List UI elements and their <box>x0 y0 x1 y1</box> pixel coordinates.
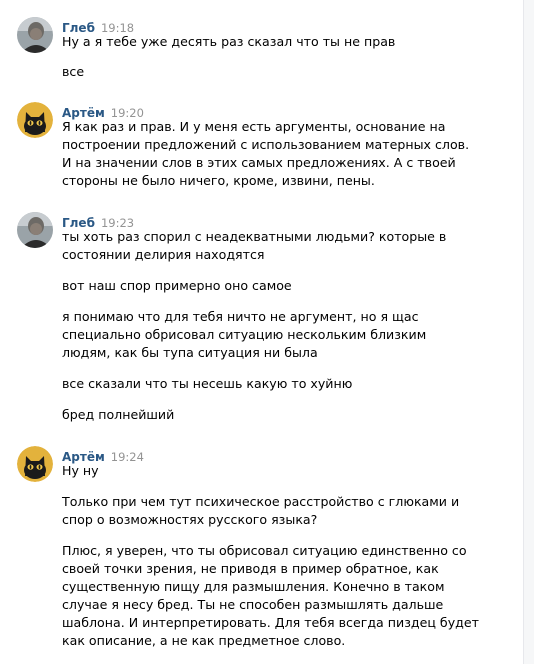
message-header: Глеб 19:18 <box>62 17 134 35</box>
person-photo-avatar-icon <box>17 17 53 53</box>
message-text: специально обрисовал ситуацию нескольким… <box>62 327 427 342</box>
message-text: Только при чем тут психическое расстройс… <box>62 494 460 509</box>
message-group: Глеб 19:23 ты хоть раз спорил с неадекват… <box>0 212 524 424</box>
message-text: И на значении слов в этих самых предложе… <box>62 155 456 170</box>
message-text: Ну ну <box>62 463 99 478</box>
message-group: Артём 19:24 Ну ну Только при чем тут псих… <box>0 446 524 656</box>
scrollbar-track[interactable] <box>523 0 534 664</box>
message-text: состоянии делирия находятся <box>62 247 265 262</box>
message-feed: Глеб 19:18 Ну а я тебе уже десять раз ска… <box>0 0 524 664</box>
message-text: все сказали что ты несешь какую то хуйню <box>62 376 353 391</box>
message-text: как описание, а не как предметное слово. <box>62 633 346 648</box>
message-group: Артём 19:20 Я как раз и прав. И у меня ес… <box>0 102 524 192</box>
message-text: людям, как бы тупа ситуация ни была <box>62 345 318 360</box>
message-text: Я как раз и прав. И у меня есть аргумент… <box>62 119 446 134</box>
message-text: Плюс, я уверен, что ты обрисовал ситуаци… <box>62 543 467 558</box>
message-text: случае я несу бред. Ты не способен размы… <box>62 597 444 612</box>
message-text: я понимаю что для тебя ничто не аргумент… <box>62 309 419 324</box>
avatar[interactable] <box>17 102 53 138</box>
person-photo-avatar-icon <box>17 212 53 248</box>
message-header: Артём 19:24 <box>62 446 144 464</box>
black-cat-avatar-icon <box>17 446 53 482</box>
avatar[interactable] <box>17 446 53 482</box>
avatar[interactable] <box>17 17 53 53</box>
message-header: Глеб 19:23 <box>62 212 134 230</box>
message-text: шаблона. И интерпретировать. Для тебя вс… <box>62 615 479 630</box>
message-text: Ну а я тебе уже десять раз сказал что ты… <box>62 34 396 49</box>
message-text: спор о возможностях русского языка? <box>62 512 318 527</box>
message-text: стороны не было ничего, кроме, извини, п… <box>62 173 375 188</box>
message-text: построении предложений с использованием … <box>62 137 470 152</box>
black-cat-avatar-icon <box>17 102 53 138</box>
message-text: своей точки зрения, не приводя в пример … <box>62 561 439 576</box>
message-header: Артём 19:20 <box>62 102 144 120</box>
message-text: ты хоть раз спорил с неадекватными людьм… <box>62 229 447 244</box>
avatar[interactable] <box>17 212 53 248</box>
message-text: вот наш спор примерно оно самое <box>62 278 292 293</box>
message-text: бред полнейший <box>62 407 175 422</box>
message-group: Глеб 19:18 Ну а я тебе уже десять раз ска… <box>0 17 524 87</box>
message-text: существенную пищу для размышления. Конеч… <box>62 579 445 594</box>
message-text: все <box>62 64 85 79</box>
